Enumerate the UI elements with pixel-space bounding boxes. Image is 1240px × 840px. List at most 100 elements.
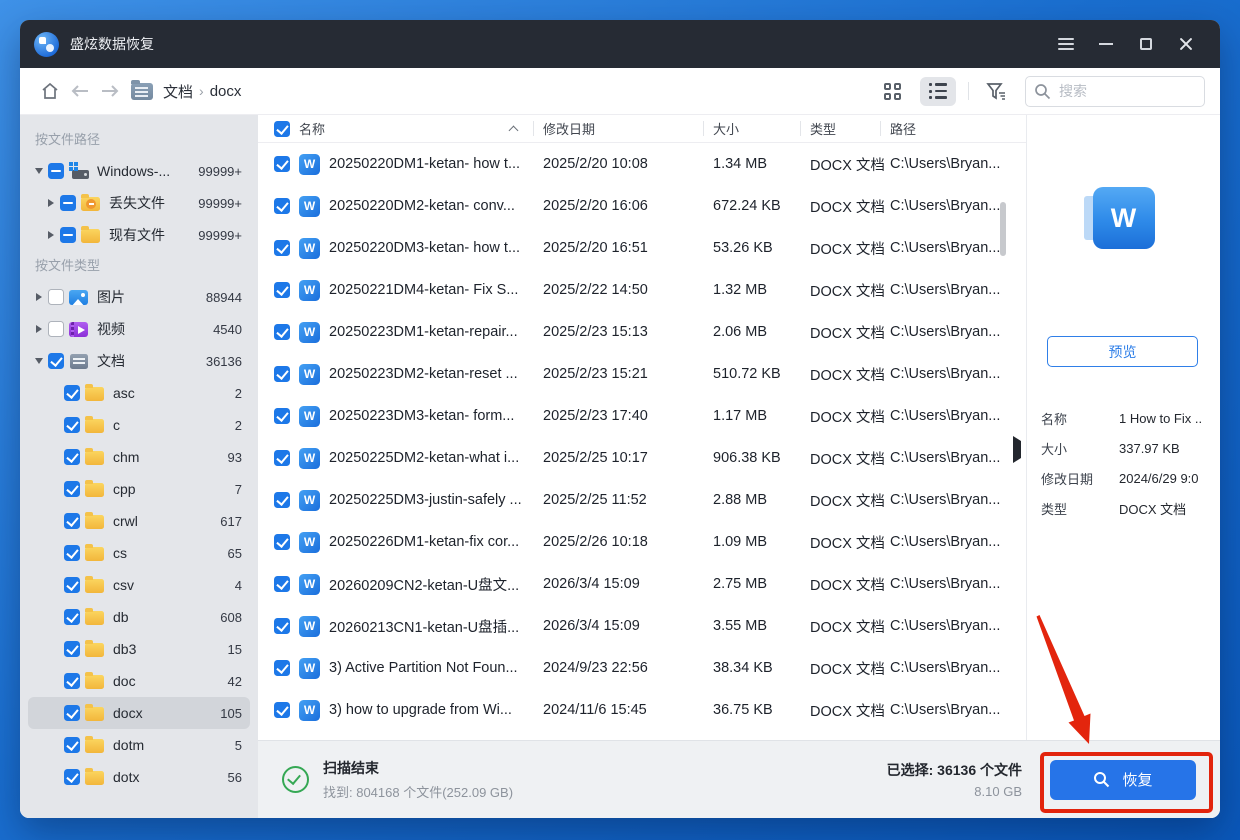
back-button[interactable] (65, 76, 95, 106)
forward-button[interactable] (95, 76, 125, 106)
row-checkbox[interactable] (274, 660, 290, 676)
chevron-right-icon[interactable] (32, 325, 46, 333)
table-row[interactable]: W20250225DM2-ketan-what i...2025/2/25 10… (258, 437, 1026, 479)
preview-button[interactable]: 预览 (1047, 336, 1198, 367)
vertical-scrollbar[interactable] (1000, 202, 1006, 256)
sidebar-item-db[interactable]: db608 (28, 601, 250, 633)
chevron-down-icon[interactable] (32, 168, 46, 174)
select-all-checkbox[interactable] (274, 121, 290, 137)
sidebar-item-chm[interactable]: chm93 (28, 441, 250, 473)
checkbox-现有文件[interactable] (60, 227, 76, 243)
checkbox-Windows-...[interactable] (48, 163, 64, 179)
minimize-button[interactable] (1086, 20, 1126, 68)
filter-button[interactable] (981, 76, 1011, 106)
sidebar-item-视频[interactable]: 视频4540 (28, 313, 250, 345)
checkbox-db[interactable] (64, 609, 80, 625)
grid-view-button[interactable] (874, 77, 910, 106)
folder-icon (85, 544, 106, 562)
home-button[interactable] (35, 76, 65, 106)
close-button[interactable] (1166, 20, 1206, 68)
preview-panel-toggle[interactable] (1013, 441, 1021, 459)
checkbox-doc[interactable] (64, 673, 80, 689)
row-checkbox[interactable] (274, 702, 290, 718)
checkbox-db3[interactable] (64, 641, 80, 657)
cell-path: C:\Users\Bryan... (880, 660, 1026, 676)
table-row[interactable]: W20250221DM4-ketan- Fix S...2025/2/22 14… (258, 269, 1026, 311)
chevron-right-icon[interactable] (44, 231, 58, 239)
sidebar-item-c[interactable]: c2 (28, 409, 250, 441)
checkbox-图片[interactable] (48, 289, 64, 305)
column-header-type[interactable]: 类型 (800, 115, 880, 142)
table-row[interactable]: W20260213CN1-ketan-U盘插...2026/3/4 15:093… (258, 605, 1026, 647)
checkbox-cs[interactable] (64, 545, 80, 561)
checkbox-crwl[interactable] (64, 513, 80, 529)
checkbox-文档[interactable] (48, 353, 64, 369)
column-header-path[interactable]: 路径 (880, 115, 1026, 142)
forward-arrow-icon (100, 83, 120, 99)
table-row[interactable]: W20250220DM3-ketan- how t...2025/2/20 16… (258, 227, 1026, 269)
cell-size: 1.34 MB (703, 156, 800, 172)
sidebar-item-asc[interactable]: asc2 (28, 377, 250, 409)
menu-button[interactable] (1046, 20, 1086, 68)
checkbox-dotm[interactable] (64, 737, 80, 753)
sidebar-item-docx[interactable]: docx105 (28, 697, 250, 729)
checkbox-c[interactable] (64, 417, 80, 433)
row-checkbox[interactable] (274, 576, 290, 592)
row-checkbox[interactable] (274, 618, 290, 634)
sidebar-item-现有文件[interactable]: 现有文件99999+ (28, 219, 250, 251)
sidebar-item-Windows-...[interactable]: Windows-...99999+ (28, 155, 250, 187)
table-row[interactable]: W20250220DM1-ketan- how t...2025/2/20 10… (258, 143, 1026, 185)
checkbox-dotx[interactable] (64, 769, 80, 785)
chevron-right-icon[interactable] (44, 199, 58, 207)
sidebar-item-csv[interactable]: csv4 (28, 569, 250, 601)
breadcrumb-item-documents[interactable]: 文档 (163, 81, 193, 102)
table-row[interactable]: W20260209CN2-ketan-U盘文...2026/3/4 15:092… (258, 563, 1026, 605)
checkbox-cpp[interactable] (64, 481, 80, 497)
sidebar-item-dotm[interactable]: dotm5 (28, 729, 250, 761)
checkbox-视频[interactable] (48, 321, 64, 337)
sidebar-item-dotx[interactable]: dotx56 (28, 761, 250, 793)
sidebar-item-doc[interactable]: doc42 (28, 665, 250, 697)
sidebar-item-db3[interactable]: db315 (28, 633, 250, 665)
list-view-button[interactable] (920, 77, 956, 106)
detail-value: DOCX 文档 (1119, 499, 1186, 518)
sidebar-item-crwl[interactable]: crwl617 (28, 505, 250, 537)
checkbox-csv[interactable] (64, 577, 80, 593)
search-input[interactable] (1025, 76, 1205, 107)
row-checkbox[interactable] (274, 408, 290, 424)
checkbox-丢失文件[interactable] (60, 195, 76, 211)
table-row[interactable]: W3) how to upgrade from Wi...2024/11/6 1… (258, 689, 1026, 731)
maximize-button[interactable] (1126, 20, 1166, 68)
row-checkbox[interactable] (274, 450, 290, 466)
breadcrumb-item-docx[interactable]: docx (210, 83, 242, 100)
chevron-down-icon[interactable] (32, 358, 46, 364)
sidebar-item-文档[interactable]: 文档36136 (28, 345, 250, 377)
row-checkbox[interactable] (274, 282, 290, 298)
table-row[interactable]: W20250225DM3-justin-safely ...2025/2/25 … (258, 479, 1026, 521)
table-row[interactable]: W20250223DM3-ketan- form...2025/2/23 17:… (258, 395, 1026, 437)
column-header-size[interactable]: 大小 (703, 115, 800, 142)
checkbox-chm[interactable] (64, 449, 80, 465)
sidebar-item-cs[interactable]: cs65 (28, 537, 250, 569)
column-header-name[interactable]: 名称 (272, 115, 533, 142)
checkbox-docx[interactable] (64, 705, 80, 721)
row-checkbox[interactable] (274, 198, 290, 214)
table-row[interactable]: W20250220DM2-ketan- conv...2025/2/20 16:… (258, 185, 1026, 227)
row-checkbox[interactable] (274, 240, 290, 256)
row-checkbox[interactable] (274, 492, 290, 508)
table-row[interactable]: W20250223DM1-ketan-repair...2025/2/23 15… (258, 311, 1026, 353)
row-checkbox[interactable] (274, 366, 290, 382)
sidebar-item-丢失文件[interactable]: 丢失文件99999+ (28, 187, 250, 219)
row-checkbox[interactable] (274, 156, 290, 172)
column-header-date[interactable]: 修改日期 (533, 115, 703, 142)
table-row[interactable]: W3) Active Partition Not Foun...2024/9/2… (258, 647, 1026, 689)
table-row[interactable]: W20250226DM1-ketan-fix cor...2025/2/26 1… (258, 521, 1026, 563)
recover-button[interactable]: 恢复 (1050, 760, 1196, 800)
sidebar-item-cpp[interactable]: cpp7 (28, 473, 250, 505)
table-row[interactable]: W20250223DM2-ketan-reset ...2025/2/23 15… (258, 353, 1026, 395)
row-checkbox[interactable] (274, 534, 290, 550)
chevron-right-icon[interactable] (32, 293, 46, 301)
row-checkbox[interactable] (274, 324, 290, 340)
checkbox-asc[interactable] (64, 385, 80, 401)
sidebar-item-图片[interactable]: 图片88944 (28, 281, 250, 313)
